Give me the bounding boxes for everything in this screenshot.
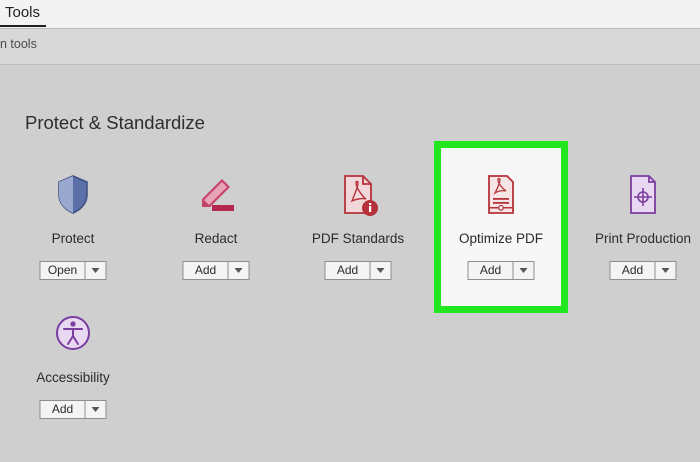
open-button[interactable]: Open <box>41 262 86 279</box>
tool-print-production[interactable]: Print Production Add <box>573 173 700 323</box>
tool-label: Print Production <box>594 231 692 246</box>
add-split-button[interactable]: Add <box>609 261 677 280</box>
search-bar: n tools <box>0 29 700 65</box>
tool-redact[interactable]: Redact Add <box>146 173 286 323</box>
dropdown-button[interactable] <box>371 262 391 279</box>
add-split-button[interactable]: Add <box>39 400 107 419</box>
dropdown-button[interactable] <box>229 262 249 279</box>
chevron-down-icon <box>91 407 100 412</box>
add-button[interactable]: Add <box>41 401 86 418</box>
accessibility-icon <box>51 312 95 356</box>
add-button[interactable]: Add <box>326 262 371 279</box>
add-split-button[interactable]: Add <box>182 261 250 280</box>
print-production-icon <box>621 173 665 217</box>
tool-pdf-standards[interactable]: PDF Standards Add <box>288 173 428 323</box>
add-split-button[interactable]: Add <box>467 261 535 280</box>
tool-label: PDF Standards <box>311 231 405 246</box>
tool-label: Protect <box>51 231 95 246</box>
tab-tools[interactable]: Tools <box>0 0 47 27</box>
tool-optimize-pdf[interactable]: Optimize PDF Add <box>431 173 571 323</box>
tool-label: Optimize PDF <box>458 231 543 246</box>
chevron-down-icon <box>519 268 528 273</box>
dropdown-button[interactable] <box>86 401 106 418</box>
redact-marker-icon <box>194 173 238 217</box>
chevron-down-icon <box>91 268 100 273</box>
chevron-down-icon <box>661 268 670 273</box>
tool-protect[interactable]: Protect Open <box>3 173 143 323</box>
chevron-down-icon <box>234 268 243 273</box>
tool-label: Accessibility <box>36 370 110 385</box>
add-button[interactable]: Add <box>611 262 656 279</box>
tool-accessibility[interactable]: Accessibility Add <box>3 312 143 462</box>
top-bar: Tools <box>0 0 700 29</box>
open-split-button[interactable]: Open <box>39 261 107 280</box>
add-split-button[interactable]: Add <box>324 261 392 280</box>
dropdown-button[interactable] <box>514 262 534 279</box>
add-button[interactable]: Add <box>184 262 229 279</box>
dropdown-button[interactable] <box>86 262 106 279</box>
shield-icon <box>51 173 95 217</box>
optimize-pdf-icon <box>479 173 523 217</box>
chevron-down-icon <box>376 268 385 273</box>
tool-label: Redact <box>194 231 238 246</box>
search-tools-field[interactable]: n tools <box>0 37 37 51</box>
add-button[interactable]: Add <box>469 262 514 279</box>
dropdown-button[interactable] <box>656 262 676 279</box>
pdf-standards-icon <box>336 173 380 217</box>
section-title: Protect & Standardize <box>25 112 205 133</box>
